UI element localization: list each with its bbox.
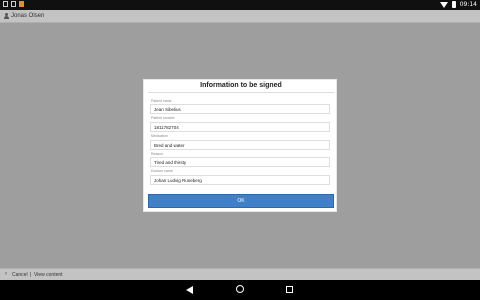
patient-number-label: Patient number xyxy=(151,116,175,120)
view-content-button[interactable]: View content xyxy=(34,272,63,278)
medication-field[interactable]: Bred and water xyxy=(150,140,330,150)
patient-name-label: Patient name xyxy=(151,99,172,103)
bottom-bar: ‹ Cancel | View content xyxy=(0,268,480,280)
doctors-name-field[interactable]: Johan Ludvig Runeberg xyxy=(150,175,330,185)
notification-app-icon xyxy=(19,1,24,7)
battery-icon xyxy=(451,1,456,8)
signing-dialog: Information to be signed Patient name Je… xyxy=(143,79,337,212)
user-icon xyxy=(4,13,9,19)
reason-field[interactable]: Tired and thirsty xyxy=(150,157,330,167)
dialog-title: Information to be signed xyxy=(200,82,282,89)
reason-label: Reason xyxy=(151,152,164,156)
user-name: Jonas Olsen xyxy=(11,13,45,19)
medication-label: Medication xyxy=(151,134,168,138)
wifi-icon xyxy=(439,1,448,8)
ok-button[interactable]: OK xyxy=(148,194,334,208)
navigation-bar xyxy=(0,280,480,300)
patient-number-field[interactable]: 1811782704 xyxy=(150,122,330,132)
recent-apps-icon[interactable] xyxy=(286,286,293,293)
title-divider xyxy=(148,92,334,93)
doctors-name-label: Doctors name xyxy=(151,169,173,173)
bottom-separator: | xyxy=(30,272,32,278)
square-icon xyxy=(11,1,16,7)
app-bar: Jonas Olsen xyxy=(0,10,480,23)
image-icon xyxy=(3,1,8,7)
patient-name-field[interactable]: Jean Sibelius xyxy=(150,104,330,114)
cancel-button[interactable]: Cancel xyxy=(12,272,28,278)
status-bar: 09:14 xyxy=(0,0,480,10)
status-system: 09:14 xyxy=(439,1,477,8)
back-icon[interactable] xyxy=(186,286,193,294)
home-icon[interactable] xyxy=(236,285,244,293)
chevron-left-icon[interactable]: ‹ xyxy=(5,271,7,277)
status-time: 09:14 xyxy=(459,1,477,8)
status-notifications xyxy=(3,1,24,7)
